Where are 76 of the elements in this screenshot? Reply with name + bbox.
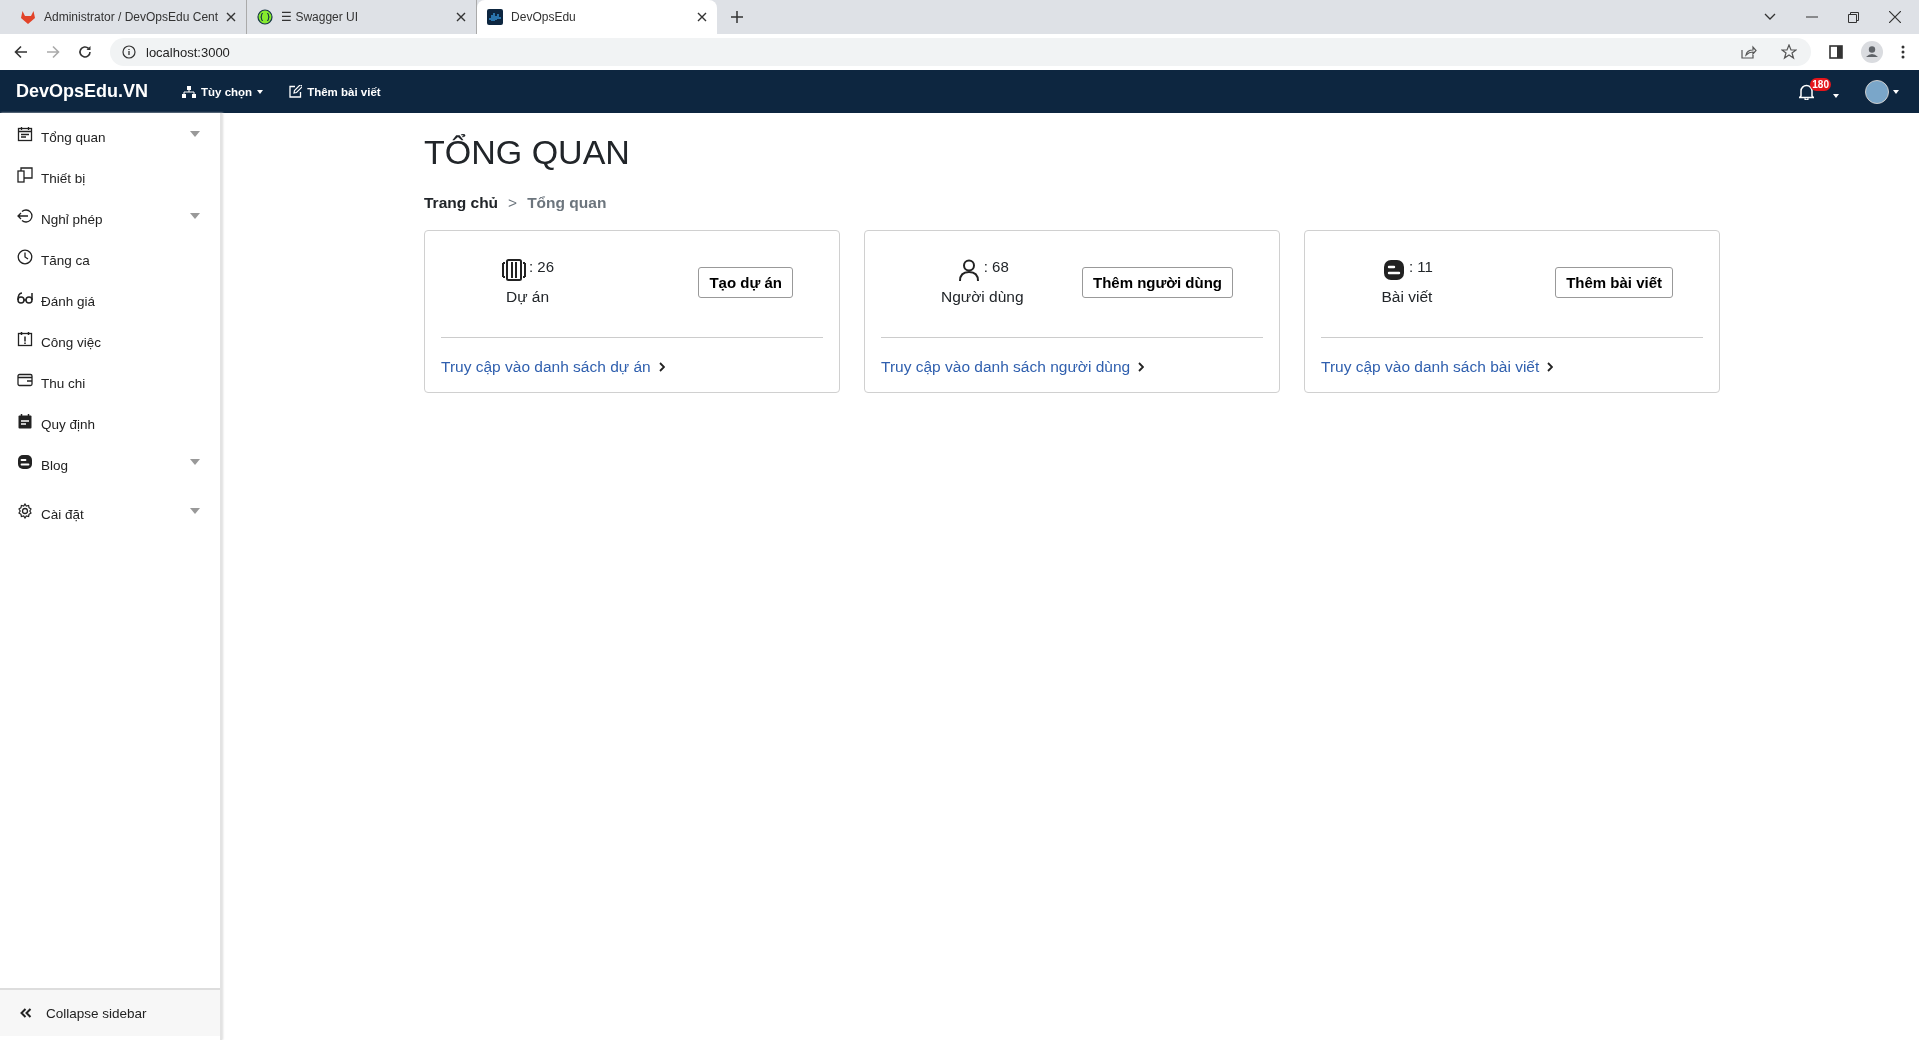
- action-button[interactable]: Tạo dự án: [698, 266, 793, 298]
- chevron-right-icon: [1138, 362, 1145, 372]
- breadcrumb-separator: >: [508, 194, 518, 212]
- list-link[interactable]: Truy cập vào danh sách người dùng: [881, 358, 1145, 376]
- list-link[interactable]: Truy cập vào danh sách dự án: [441, 358, 665, 376]
- list-link[interactable]: Truy cập vào danh sách bài viết: [1321, 358, 1554, 376]
- stat-count: : 11: [1409, 258, 1433, 275]
- profile-icon[interactable]: [1861, 41, 1883, 63]
- more-icon[interactable]: [1901, 45, 1905, 59]
- sidebar-item[interactable]: Quy định: [0, 404, 220, 445]
- info-icon: [122, 45, 136, 59]
- gear-icon: [17, 502, 33, 519]
- wallet-icon: [17, 371, 33, 388]
- wave-logo-icon: [487, 9, 504, 25]
- leave-icon: [17, 207, 33, 224]
- fox-logo-icon: [20, 9, 36, 25]
- tab-title: DevOpsEdu: [511, 10, 577, 24]
- action-button[interactable]: Thêm bài viết: [1555, 266, 1673, 298]
- stat-label: Người dùng: [941, 288, 1024, 306]
- nav-link[interactable]: Tùy chọn: [182, 85, 264, 98]
- calendar-icon: [17, 125, 33, 142]
- blog-icon: [1381, 258, 1407, 282]
- stat-label: Dự án: [505, 288, 550, 306]
- close-icon[interactable]: [697, 12, 708, 22]
- close-icon[interactable]: [456, 12, 467, 22]
- breadcrumb-item: Tổng quan: [527, 194, 607, 212]
- star-icon[interactable]: [1781, 44, 1797, 60]
- tab-title: ☰ Swagger UI: [281, 10, 360, 24]
- blog-icon: [17, 453, 33, 470]
- avatar-placeholder[interactable]: [1865, 79, 1889, 104]
- sidebar-item[interactable]: Thu chi: [0, 363, 220, 404]
- reload-icon[interactable]: [78, 45, 92, 59]
- chevron-right-icon: [658, 362, 665, 372]
- close-icon[interactable]: [226, 12, 237, 22]
- rules-icon: [17, 412, 33, 429]
- address-bar[interactable]: localhost:3000: [110, 38, 1811, 66]
- chevron-right-icon: [1547, 362, 1554, 372]
- sidebar-item[interactable]: Nghỉ phép: [0, 199, 220, 240]
- restore-icon[interactable]: [1848, 11, 1859, 23]
- glasses-icon: [17, 289, 33, 306]
- caret-icon[interactable]: [1833, 93, 1839, 98]
- page-title: TỔNG QUAN: [424, 133, 631, 172]
- sidebar-item[interactable]: Thiết bị: [0, 158, 220, 199]
- stat-label: Bài viết: [1381, 288, 1433, 306]
- side-panel-icon[interactable]: [1829, 45, 1843, 59]
- edit-icon: [289, 85, 303, 98]
- columns-icon: [501, 258, 527, 282]
- share-icon[interactable]: [1741, 45, 1757, 59]
- network-icon: [182, 85, 197, 98]
- breadcrumb-item[interactable]: Trang chủ: [424, 194, 499, 212]
- devices-icon: [17, 166, 33, 183]
- sidebar-item[interactable]: Tăng ca: [0, 240, 220, 281]
- stat-count: : 68: [983, 258, 1009, 275]
- browser-tab[interactable]: DevOpsEdu: [477, 0, 718, 34]
- close-icon[interactable]: [1889, 11, 1901, 23]
- double-chevron-left-icon: [20, 1008, 32, 1018]
- bell-icon[interactable]: [1799, 83, 1815, 100]
- back-arrow-icon[interactable]: [14, 45, 28, 59]
- clock-icon: [17, 248, 33, 265]
- brand-logo[interactable]: DevOpsEdu.VN: [16, 81, 149, 102]
- chevron-down-icon[interactable]: [1764, 13, 1776, 21]
- sidebar-item[interactable]: Cài đặt: [0, 494, 220, 535]
- new-tab-icon[interactable]: [731, 11, 744, 23]
- sidebar-item[interactable]: Công việc: [0, 322, 220, 363]
- action-button[interactable]: Thêm người dùng: [1082, 266, 1233, 298]
- sidebar-item[interactable]: Tổng quan: [0, 117, 220, 158]
- notification-badge: 180: [1810, 77, 1831, 91]
- sidebar-item[interactable]: Blog: [0, 445, 220, 486]
- tab-title: Administrator / DevOpsEdu Cent: [44, 10, 219, 24]
- caret-icon[interactable]: [1893, 89, 1899, 94]
- task-icon: [17, 330, 33, 347]
- brackets-logo-icon: [257, 9, 274, 25]
- nav-link[interactable]: Thêm bài viết: [289, 85, 381, 98]
- stat-count: : 26: [529, 258, 555, 275]
- sidebar-item[interactable]: Đánh giá: [0, 281, 220, 322]
- collapse-sidebar-button[interactable]: Collapse sidebar: [0, 988, 220, 1036]
